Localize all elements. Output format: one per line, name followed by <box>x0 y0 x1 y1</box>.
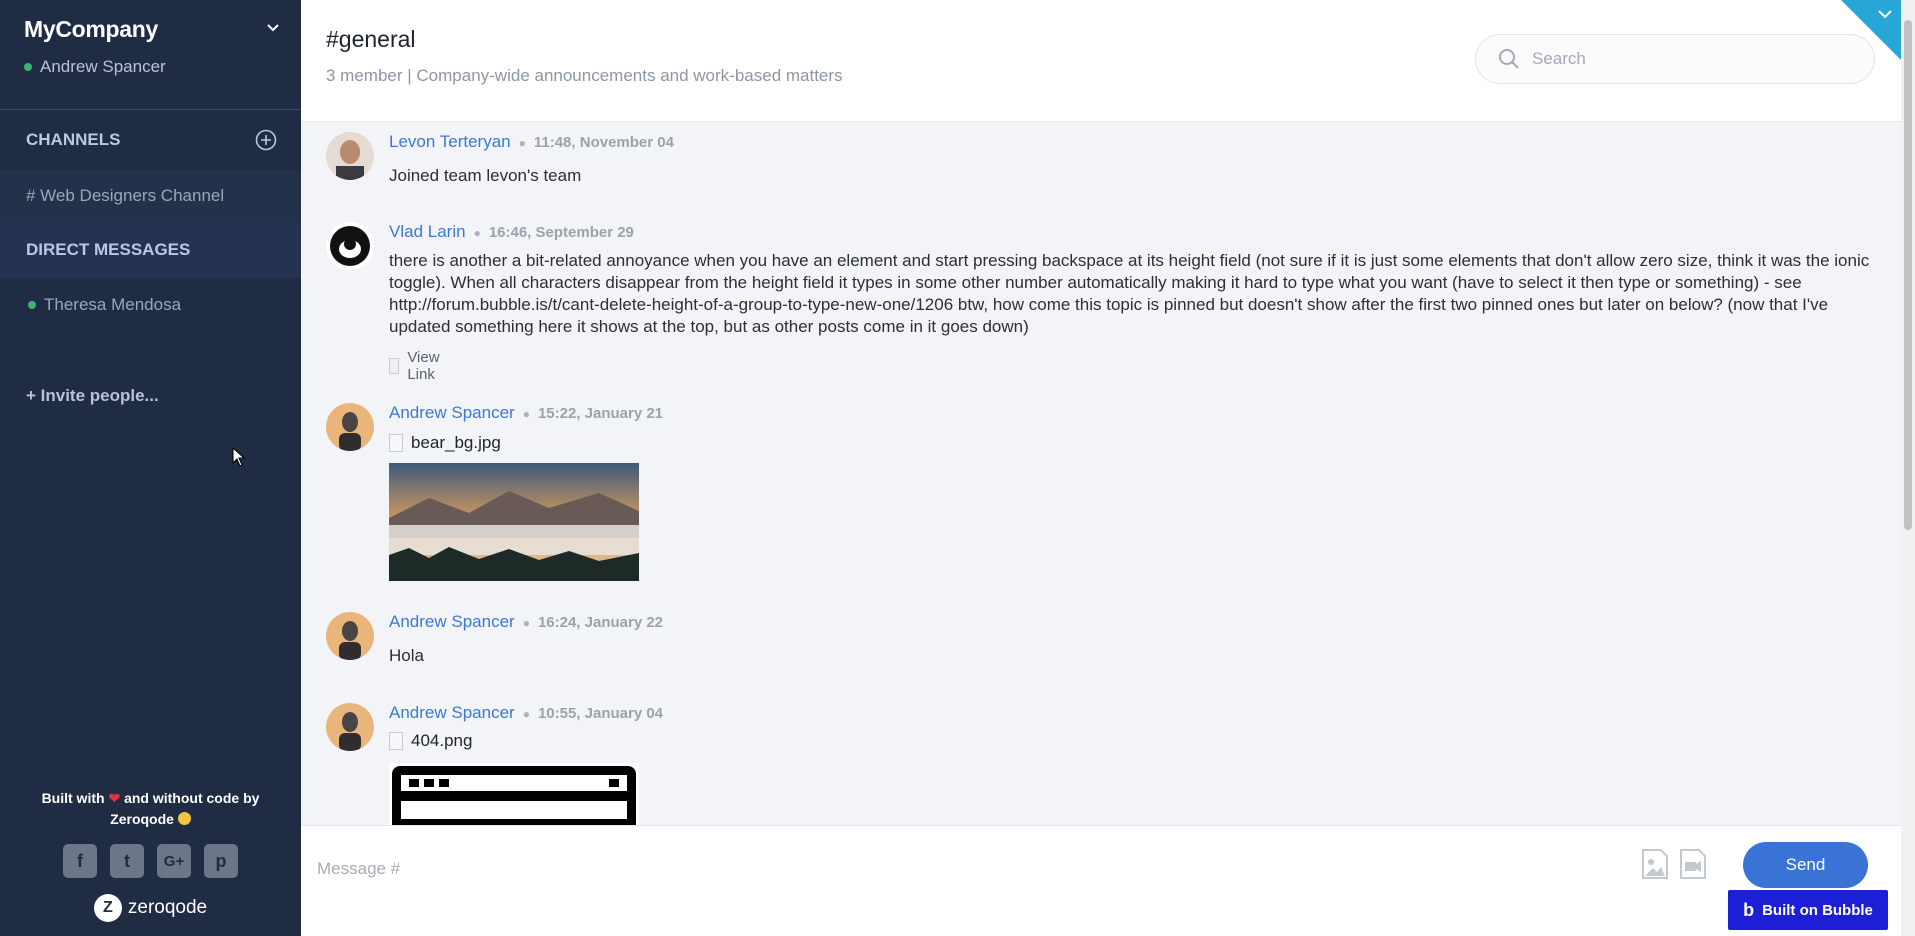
built-with-credit: Built with ❤ and without code by Zeroqod… <box>0 788 301 830</box>
author-name[interactable]: Andrew Spancer <box>389 703 515 722</box>
current-user-name: Andrew Spancer <box>40 57 166 76</box>
page-title: #general <box>326 26 416 52</box>
timestamp: 15:22, January 21 <box>537 405 664 422</box>
timestamp: 16:24, January 22 <box>537 614 664 631</box>
invite-people-link[interactable]: + Invite people... <box>0 386 301 406</box>
smile-icon <box>177 812 191 825</box>
author-name[interactable]: Andrew Spancer <box>389 403 515 422</box>
message-header: Vlad Larin ● 16:46, September 29 <box>389 222 634 242</box>
file-name[interactable]: bear_bg.jpg <box>411 433 501 453</box>
zeroqode-mark-icon: Z <box>93 894 122 922</box>
message-list: Levon Terteryan ● 11:48, November 04 Joine… <box>301 122 1901 825</box>
dm-label: Theresa Mendosa <box>44 295 182 314</box>
file-icon <box>389 732 403 750</box>
avatar[interactable] <box>326 703 374 751</box>
file-name[interactable]: 404.png <box>411 731 472 751</box>
timestamp: 10:55, January 04 <box>537 705 664 722</box>
author-name[interactable]: Vlad Larin <box>389 222 466 241</box>
pinterest-icon[interactable]: p <box>204 844 238 878</box>
send-button[interactable]: Send <box>1743 842 1868 888</box>
bubble-badge-label: Built on Bubble <box>1762 901 1873 919</box>
view-link-label[interactable]: View Link <box>407 349 445 383</box>
channels-heading: CHANNELS <box>0 110 301 170</box>
message-text: Joined team levon's team <box>389 166 582 185</box>
avatar[interactable] <box>326 612 374 660</box>
view-link[interactable]: View Link <box>389 349 445 383</box>
team-name[interactable]: MyCompany <box>24 16 277 43</box>
add-channel-icon[interactable] <box>255 129 277 151</box>
social-links: f t G+ p <box>0 844 301 878</box>
chevron-down-icon[interactable] <box>1877 6 1893 22</box>
message-header: Andrew Spancer ● 15:22, January 21 <box>389 403 663 423</box>
zeroqode-logo[interactable]: Z zeroqode <box>0 894 301 922</box>
message-input[interactable] <box>315 854 1615 884</box>
author-name[interactable]: Levon Terteryan <box>389 132 511 151</box>
channel-description: 3 member | Company-wide announcements an… <box>326 66 843 85</box>
message-header: Andrew Spancer ● 16:24, January 22 <box>389 612 663 632</box>
google-plus-icon[interactable]: G+ <box>157 844 191 878</box>
separator-dot: ● <box>518 136 526 150</box>
dm-heading-label: DIRECT MESSAGES <box>26 240 191 259</box>
zeroqode-wordmark: zeroqode <box>127 897 208 918</box>
image-upload-icon[interactable] <box>1641 848 1669 880</box>
separator-dot: ● <box>522 616 530 630</box>
timestamp: 16:46, September 29 <box>488 224 634 241</box>
scrollbar-thumb[interactable] <box>1904 20 1912 530</box>
facebook-icon[interactable]: f <box>63 844 97 878</box>
timestamp: 11:48, November 04 <box>533 134 674 151</box>
search-box[interactable] <box>1475 34 1875 84</box>
built-with-text: Built with <box>41 790 105 806</box>
team-header[interactable]: MyCompany Andrew Spancer <box>0 0 301 110</box>
message-text: Hola <box>389 646 424 665</box>
avatar[interactable] <box>326 222 374 270</box>
message-text: there is another a bit-related annoyance… <box>389 251 1870 336</box>
built-on-bubble-badge[interactable]: b Built on Bubble <box>1728 890 1888 930</box>
current-user: Andrew Spancer <box>24 57 277 77</box>
search-icon <box>1499 49 1519 69</box>
message-header: Andrew Spancer ● 10:55, January 04 <box>389 703 663 723</box>
separator-dot: ● <box>522 407 530 421</box>
channels-heading-label: CHANNELS <box>26 130 121 149</box>
online-status-icon <box>28 301 36 309</box>
image-attachment[interactable] <box>389 763 639 825</box>
image-attachment[interactable] <box>389 463 639 581</box>
file-attachment[interactable]: bear_bg.jpg <box>389 433 501 453</box>
heart-icon: ❤ <box>108 790 121 806</box>
chevron-down-icon[interactable] <box>263 18 283 38</box>
scrollbar[interactable] <box>1901 0 1915 936</box>
avatar[interactable] <box>326 132 374 180</box>
built-with-text-2: and without code by <box>124 790 260 806</box>
message-composer: Send b Built on Bubble <box>301 825 1901 936</box>
file-icon <box>389 434 403 452</box>
separator-dot: ● <box>473 226 481 240</box>
separator-dot: ● <box>522 707 530 721</box>
channel-label: # Web Designers Channel <box>26 186 225 205</box>
bubble-logo-icon: b <box>1743 899 1755 920</box>
video-upload-icon[interactable] <box>1679 848 1707 880</box>
sidebar-item-theresa-mendosa[interactable]: Theresa Mendosa <box>0 278 301 332</box>
direct-messages-heading: DIRECT MESSAGES <box>0 222 301 278</box>
sidebar-item-web-designers-channel[interactable]: # Web Designers Channel <box>0 170 301 222</box>
search-input[interactable] <box>1530 48 1850 70</box>
file-attachment[interactable]: 404.png <box>389 731 472 751</box>
link-preview-icon <box>389 358 400 374</box>
avatar[interactable] <box>326 403 374 451</box>
message-header: Levon Terteryan ● 11:48, November 04 <box>389 132 674 152</box>
twitter-icon[interactable]: t <box>110 844 144 878</box>
sidebar: MyCompany Andrew Spancer CHANNELS # Web … <box>0 0 301 936</box>
channel-header: #general 3 member | Company-wide announc… <box>301 0 1901 122</box>
main-panel: #general 3 member | Company-wide announc… <box>301 0 1901 936</box>
author-name[interactable]: Andrew Spancer <box>389 612 515 631</box>
online-status-icon <box>24 63 32 71</box>
mouse-cursor-icon <box>232 447 246 467</box>
credit-company: Zeroqode <box>110 811 174 827</box>
